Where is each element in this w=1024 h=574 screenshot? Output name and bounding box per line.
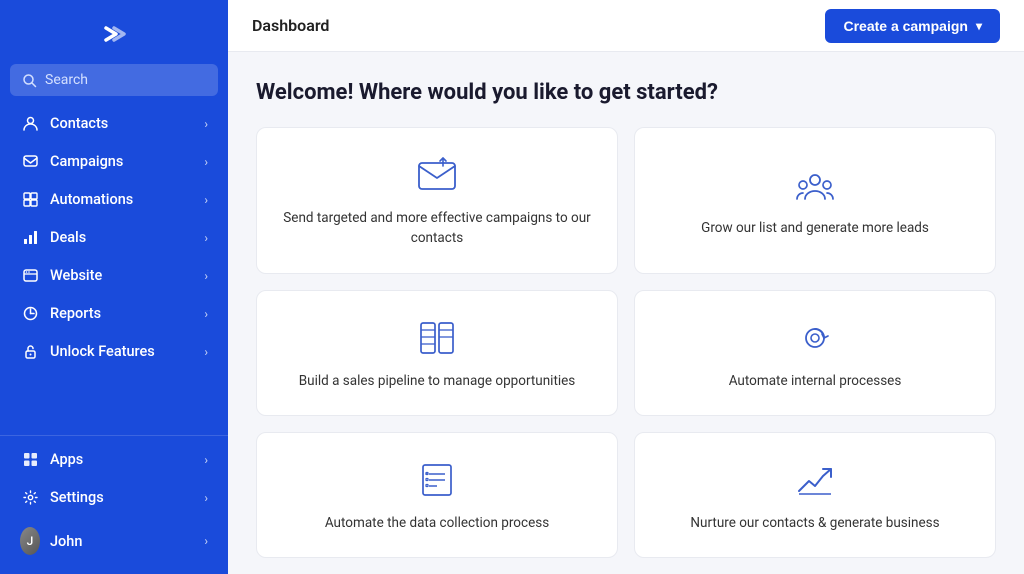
leads-card-label: Grow our list and generate more leads bbox=[701, 218, 929, 238]
sidebar-item-campaigns[interactable]: Campaigns › bbox=[6, 143, 222, 180]
main-content: Dashboard Create a campaign ▾ Welcome! W… bbox=[228, 0, 1024, 574]
create-campaign-label: Create a campaign bbox=[843, 18, 968, 34]
search-input[interactable]: Search bbox=[10, 64, 218, 96]
leads-card[interactable]: Grow our list and generate more leads bbox=[634, 127, 996, 274]
nurture-icon bbox=[793, 461, 837, 499]
campaign-icon bbox=[20, 153, 40, 170]
grow-leads-icon bbox=[793, 166, 837, 204]
sidebar-item-reports[interactable]: Reports › bbox=[6, 295, 222, 332]
create-campaign-chevron: ▾ bbox=[976, 19, 982, 33]
create-campaign-button[interactable]: Create a campaign ▾ bbox=[825, 9, 1000, 43]
contacts-chevron: › bbox=[204, 117, 208, 131]
contacts-label: Contacts bbox=[50, 115, 194, 132]
pipeline-card[interactable]: Build a sales pipeline to manage opportu… bbox=[256, 290, 618, 416]
campaigns-card-label: Send targeted and more effective campaig… bbox=[281, 208, 593, 249]
campaigns-label: Campaigns bbox=[50, 153, 194, 170]
dashboard-body: Welcome! Where would you like to get sta… bbox=[228, 52, 1024, 574]
nurture-card-label: Nurture our contacts & generate business bbox=[690, 513, 939, 533]
sidebar-item-user[interactable]: J John › bbox=[6, 517, 222, 565]
sidebar-item-website[interactable]: Website › bbox=[6, 257, 222, 294]
reports-label: Reports bbox=[50, 305, 194, 322]
cards-grid: Send targeted and more effective campaig… bbox=[256, 127, 996, 574]
sidebar-item-unlock-features[interactable]: Unlock Features › bbox=[6, 333, 222, 370]
data-collection-card-label: Automate the data collection process bbox=[325, 513, 549, 533]
header: Dashboard Create a campaign ▾ bbox=[228, 0, 1024, 52]
unlock-features-label: Unlock Features bbox=[50, 343, 194, 360]
automate-card[interactable]: Automate internal processes bbox=[634, 290, 996, 416]
data-collection-icon bbox=[415, 461, 459, 499]
page-title: Dashboard bbox=[252, 16, 329, 35]
website-chevron: › bbox=[204, 269, 208, 283]
automations-label: Automations bbox=[50, 191, 194, 208]
settings-label: Settings bbox=[50, 489, 194, 506]
pipeline-icon bbox=[415, 319, 459, 357]
sidebar-nav: Contacts › Campaigns › Automations › Dea… bbox=[0, 104, 228, 435]
automate-icon bbox=[793, 319, 837, 357]
user-chevron: › bbox=[204, 534, 208, 548]
apps-label: Apps bbox=[50, 451, 194, 468]
automations-icon bbox=[20, 191, 40, 208]
settings-chevron: › bbox=[204, 491, 208, 505]
logo[interactable] bbox=[0, 0, 228, 64]
deals-chevron: › bbox=[204, 231, 208, 245]
search-icon bbox=[22, 73, 37, 88]
unlock-icon bbox=[20, 343, 40, 360]
email-campaign-icon bbox=[415, 156, 459, 194]
apps-icon bbox=[20, 451, 40, 468]
sidebar-bottom: Apps › Settings › J John › bbox=[0, 435, 228, 574]
deals-icon bbox=[20, 229, 40, 246]
automate-card-label: Automate internal processes bbox=[729, 371, 902, 391]
campaigns-card[interactable]: Send targeted and more effective campaig… bbox=[256, 127, 618, 274]
data-collection-card[interactable]: Automate the data collection process bbox=[256, 432, 618, 558]
website-label: Website bbox=[50, 267, 194, 284]
person-icon bbox=[20, 115, 40, 132]
pipeline-card-label: Build a sales pipeline to manage opportu… bbox=[299, 371, 576, 391]
deals-label: Deals bbox=[50, 229, 194, 246]
unlock-features-chevron: › bbox=[204, 345, 208, 359]
sidebar-item-deals[interactable]: Deals › bbox=[6, 219, 222, 256]
gear-icon bbox=[20, 489, 40, 506]
reports-icon bbox=[20, 305, 40, 322]
apps-chevron: › bbox=[204, 453, 208, 467]
sidebar-item-contacts[interactable]: Contacts › bbox=[6, 105, 222, 142]
campaigns-chevron: › bbox=[204, 155, 208, 169]
reports-chevron: › bbox=[204, 307, 208, 321]
nurture-card[interactable]: Nurture our contacts & generate business bbox=[634, 432, 996, 558]
automations-chevron: › bbox=[204, 193, 208, 207]
sidebar-item-apps[interactable]: Apps › bbox=[6, 441, 222, 478]
search-label: Search bbox=[45, 72, 88, 88]
sidebar-item-automations[interactable]: Automations › bbox=[6, 181, 222, 218]
welcome-heading: Welcome! Where would you like to get sta… bbox=[256, 80, 996, 105]
logo-icon bbox=[98, 18, 130, 50]
sidebar-item-settings[interactable]: Settings › bbox=[6, 479, 222, 516]
user-label: John bbox=[50, 533, 194, 550]
website-icon bbox=[20, 267, 40, 284]
avatar-icon: J bbox=[20, 527, 40, 555]
sidebar: Search Contacts › Campaigns › Automation… bbox=[0, 0, 228, 574]
